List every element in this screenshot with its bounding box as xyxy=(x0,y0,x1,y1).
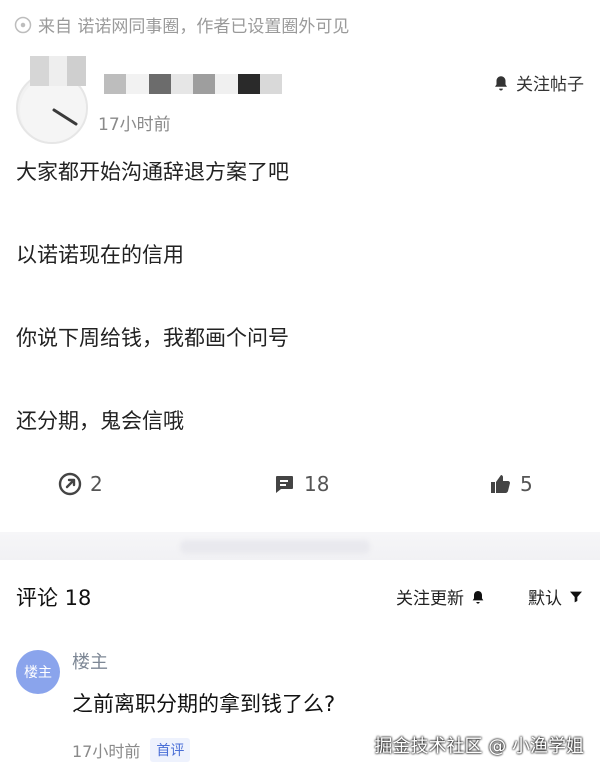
comment-button[interactable]: 18 xyxy=(272,472,329,496)
sort-button[interactable]: 默认 xyxy=(528,584,584,609)
follow-updates-label: 关注更新 xyxy=(396,589,464,609)
share-count: 2 xyxy=(90,472,103,496)
avatar-mosaic xyxy=(30,56,87,86)
comment-meta: 17小时前 首评 xyxy=(72,738,191,762)
post-line: 以诺诺现在的信用 xyxy=(16,243,184,267)
comments-header: 评论 18 关注更新 默认 xyxy=(16,578,584,614)
share-button[interactable]: 2 xyxy=(58,472,103,496)
author-name-mosaic xyxy=(104,74,282,94)
source-line: 来自 诺诺网同事圈，作者已设置圈外可见 xyxy=(14,12,349,37)
comment-count: 18 xyxy=(304,472,330,496)
post-actions: 2 18 5 xyxy=(0,468,600,504)
bell-icon xyxy=(495,75,507,90)
share-icon xyxy=(58,472,82,496)
watermark: 掘金技术社区 @ 小渔学姐 xyxy=(374,736,584,757)
post-line: 你说下周给钱，我都画个问号 xyxy=(16,326,289,350)
section-divider-blur xyxy=(180,540,370,554)
post-line: 大家都开始沟通辞退方案了吧 xyxy=(16,160,289,184)
comments-title: 评论 18 xyxy=(16,586,92,610)
post-header: 17小时前 关注帖子 xyxy=(16,56,584,144)
sort-label: 默认 xyxy=(528,589,562,609)
first-comment-badge: 首评 xyxy=(150,738,191,762)
thumbs-up-icon xyxy=(491,475,510,493)
bell-icon xyxy=(472,590,484,604)
comment-timestamp: 17小时前 xyxy=(72,742,141,761)
follow-updates-button[interactable]: 关注更新 xyxy=(396,584,486,609)
post-body: 大家都开始沟通辞退方案了吧 以诺诺现在的信用 你说下周给钱，我都画个问号 还分期… xyxy=(16,158,584,490)
follow-post-button[interactable]: 关注帖子 xyxy=(492,70,584,95)
post-timestamp: 17小时前 xyxy=(98,115,171,135)
like-count: 5 xyxy=(520,472,533,496)
commenter-avatar[interactable]: 楼主 xyxy=(16,650,60,694)
location-pin-icon xyxy=(14,16,32,33)
comment-icon xyxy=(276,476,293,493)
filter-icon xyxy=(570,591,582,602)
source-text: 来自 诺诺网同事圈，作者已设置圈外可见 xyxy=(38,17,350,37)
comment-author[interactable]: 楼主 xyxy=(72,648,108,674)
comment-text: 之前离职分期的拿到钱了么? xyxy=(72,692,336,716)
follow-post-label: 关注帖子 xyxy=(516,75,584,95)
like-button[interactable]: 5 xyxy=(488,472,533,496)
